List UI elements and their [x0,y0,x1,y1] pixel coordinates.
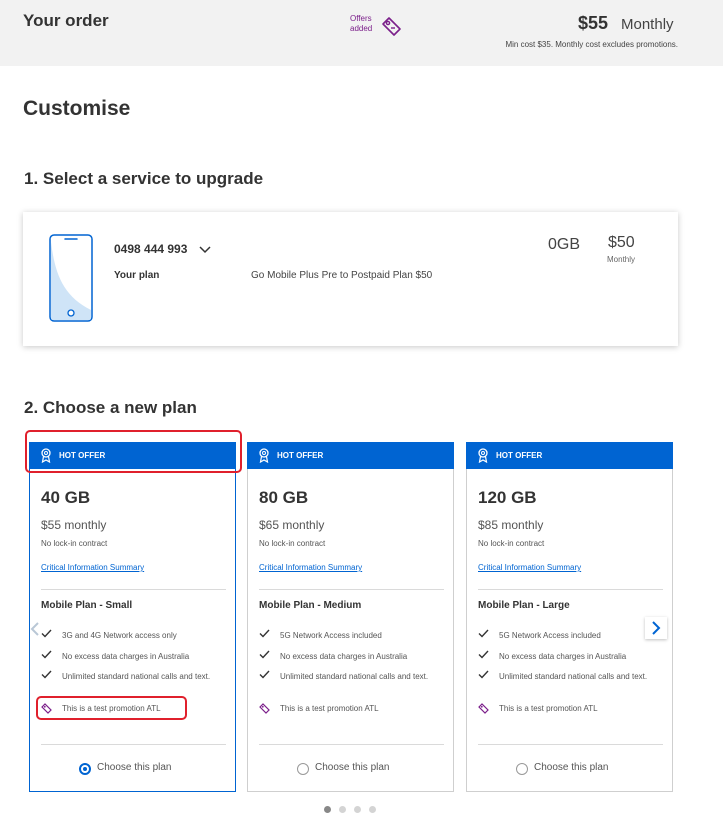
plan-name: Mobile Plan - Small [41,600,133,611]
plan-name: Mobile Plan - Medium [259,600,362,611]
choose-plan-heading: 2. Choose a new plan [24,398,197,417]
plan-name: Mobile Plan - Large [478,600,570,611]
offers-line-2: added [350,24,373,33]
cis-link[interactable]: Critical Information Summary [41,563,144,572]
select-service-heading: 1. Select a service to upgrade [24,169,264,188]
hot-offer-label: HOT OFFER [496,451,543,460]
check-icon [41,629,52,638]
divider [41,744,226,745]
plan-radio-selected[interactable] [79,763,91,775]
your-plan-label: Your plan [114,270,160,281]
award-icon [259,448,269,463]
tag-icon[interactable] [380,15,404,39]
feature-text: No excess data charges in Australia [62,652,190,661]
check-icon [41,670,52,679]
cis-link[interactable]: Critical Information Summary [259,563,362,572]
phone-icon [49,234,93,322]
promo-tag-icon [259,703,270,714]
choose-plan-label[interactable]: Choose this plan [534,762,609,773]
divider [41,589,226,590]
plan-contract: No lock-in contract [41,539,108,548]
plan-card-medium[interactable]: HOT OFFER 80 GB $65 monthly No lock-in c… [247,442,454,792]
plan-card-large[interactable]: HOT OFFER 120 GB $85 monthly No lock-in … [466,442,673,792]
plan-radio[interactable] [297,763,309,775]
choose-plan-label[interactable]: Choose this plan [315,762,390,773]
check-icon [259,629,270,638]
feature-text: Unlimited standard national calls and te… [499,672,648,681]
plan-contract: No lock-in contract [478,539,545,548]
service-price: $50 [608,234,635,251]
plan-price: $55 monthly [41,518,107,532]
check-icon [259,670,270,679]
service-number[interactable]: 0498 444 993 [114,242,187,256]
check-icon [259,650,270,659]
service-card[interactable]: 0498 444 993 Your plan Go Mobile Plus Pr… [23,212,678,346]
divider [478,744,663,745]
promotion-highlight [36,696,187,720]
chevron-right-icon [652,621,661,635]
plan-radio[interactable] [516,763,528,775]
plan-data-amount: 80 GB [259,488,309,507]
divider [478,589,663,590]
plan-card-small[interactable]: HOT OFFER 40 GB $55 monthly No lock-in c… [29,442,236,792]
promo-text: This is a test promotion ATL [499,704,598,713]
pagination-dot-1[interactable] [324,806,331,813]
feature-text: No excess data charges in Australia [280,652,408,661]
carousel-next-button[interactable] [645,617,667,639]
plan-price: $85 monthly [478,518,544,532]
carousel-pagination [324,806,384,814]
service-price-period: Monthly [607,255,636,264]
feature-text: Unlimited standard national calls and te… [62,672,211,681]
award-icon [478,448,488,463]
min-cost-note: Min cost $35. Monthly cost excludes prom… [505,40,678,49]
carousel-prev-icon[interactable] [28,620,42,638]
your-plan-value: Go Mobile Plus Pre to Postpaid Plan $50 [251,270,433,281]
choose-plan-label[interactable]: Choose this plan [97,762,172,773]
order-price: $55 [578,13,609,33]
hot-offer-highlight [25,430,242,473]
plan-contract: No lock-in contract [259,539,326,548]
feature-text: 5G Network Access included [499,631,601,640]
offers-added-text[interactable]: Offers added [350,14,372,34]
offers-line-1: Offers [350,14,372,23]
promo-text: This is a test promotion ATL [280,704,379,713]
check-icon [478,650,489,659]
pagination-dot-2[interactable] [339,806,346,813]
plan-price: $65 monthly [259,518,325,532]
cis-link[interactable]: Critical Information Summary [478,563,581,572]
feature-text: 3G and 4G Network access only [62,631,177,640]
feature-text: Unlimited standard national calls and te… [280,672,429,681]
pagination-dot-4[interactable] [369,806,376,813]
divider [259,744,444,745]
promo-tag-icon [478,703,489,714]
page-title: Customise [23,97,131,120]
hot-offer-label: HOT OFFER [277,451,324,460]
order-summary-bar: Your order Offers added $55 Monthly Min … [0,0,723,66]
service-data: 0GB [548,236,581,253]
check-icon [41,650,52,659]
pagination-dot-3[interactable] [354,806,361,813]
hot-offer-badge: HOT OFFER [247,442,454,469]
divider [259,589,444,590]
check-icon [478,629,489,638]
order-title: Your order [23,11,109,30]
feature-text: 5G Network Access included [280,631,382,640]
order-price-period: Monthly [621,16,674,33]
hot-offer-badge: HOT OFFER [466,442,673,469]
check-icon [478,670,489,679]
plan-data-amount: 40 GB [41,488,91,507]
feature-text: No excess data charges in Australia [499,652,627,661]
chevron-down-icon[interactable] [199,246,211,254]
plan-data-amount: 120 GB [478,488,537,507]
